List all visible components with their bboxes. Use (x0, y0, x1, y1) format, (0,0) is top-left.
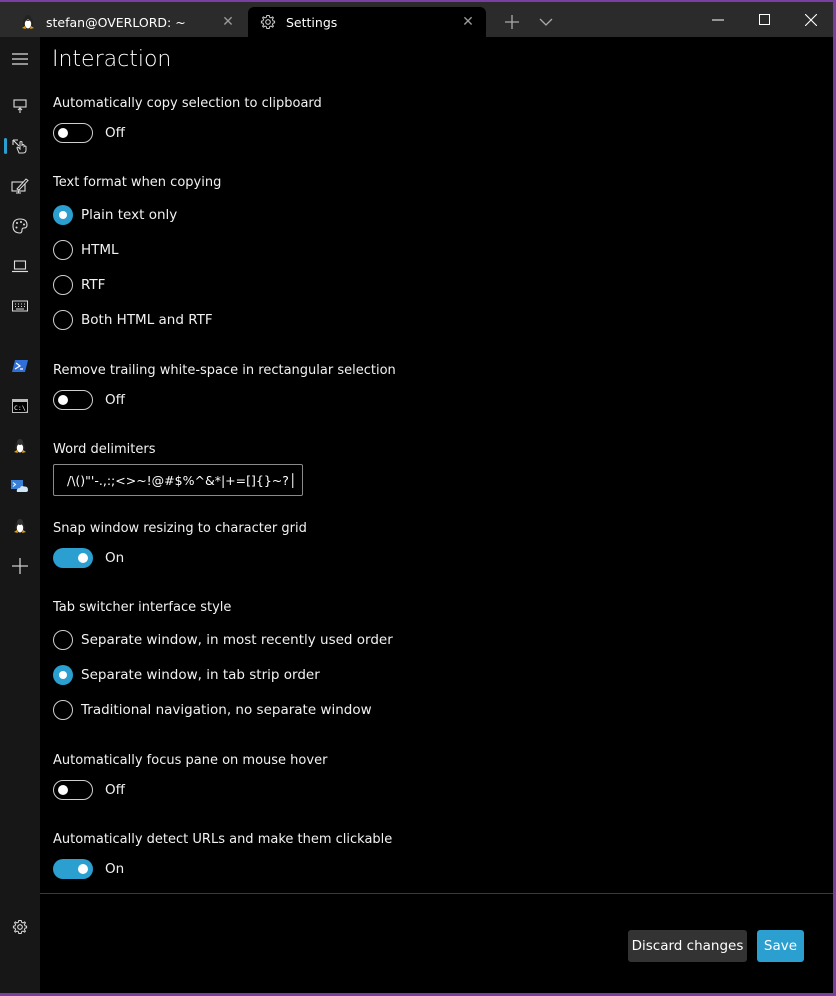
discard-changes-button[interactable]: Discard changes (628, 930, 747, 962)
tab-switcher-option-label[interactable]: Traditional navigation, no separate wind… (81, 702, 372, 718)
tab-switcher-option-label[interactable]: Separate window, in most recently used o… (81, 632, 393, 648)
linux-tux-icon (14, 439, 26, 453)
toggle-knob (78, 864, 88, 874)
plus-icon (12, 558, 28, 574)
svg-text:C:\_: C:\_ (14, 404, 28, 412)
maximize-icon (759, 13, 770, 25)
tab-switcher-option-label[interactable]: Separate window, in tab strip order (81, 667, 320, 683)
copy-format-radio-html[interactable] (53, 240, 73, 260)
palette-icon (12, 218, 28, 234)
sidebar-item-linux-profile-1[interactable] (0, 428, 40, 464)
close-tab-icon[interactable]: ✕ (458, 12, 478, 32)
word-delimiters-input[interactable] (53, 464, 303, 496)
sidebar-item-add-profile[interactable] (0, 548, 40, 584)
linux-tux-icon (20, 14, 36, 30)
appearance-icon (11, 178, 29, 194)
detect-urls-label: Automatically detect URLs and make them … (53, 832, 393, 847)
radio-dot (59, 211, 67, 219)
sidebar-item-powershell-profile[interactable] (0, 348, 40, 384)
sidebar-item-appearance[interactable] (0, 168, 40, 204)
toggle-knob (58, 128, 68, 138)
sidebar-item-actions[interactable] (0, 288, 40, 324)
gear-icon (12, 920, 28, 934)
tab-linux-shell[interactable]: stefan@OVERLORD: ~ ✕ (8, 7, 246, 37)
snap-on-resize-label: Snap window resizing to character grid (53, 521, 307, 536)
title-bar: stefan@OVERLORD: ~ ✕ Settings ✕ (0, 2, 833, 37)
tab-switcher-radio-traditional[interactable] (53, 700, 73, 720)
tab-label: stefan@OVERLORD: ~ (46, 14, 186, 30)
copy-on-select-state: Off (105, 125, 125, 141)
interaction-hand-icon (12, 139, 27, 154)
copy-format-option-label[interactable]: RTF (81, 277, 105, 293)
toggle-knob (78, 553, 88, 563)
copy-on-select-toggle[interactable] (53, 123, 93, 143)
trim-block-selection-label: Remove trailing white-space in rectangul… (53, 363, 396, 378)
save-button[interactable]: Save (757, 930, 804, 962)
maximize-button[interactable] (742, 2, 788, 37)
trim-block-selection-state: Off (105, 392, 125, 408)
copy-format-label: Text format when copying (53, 175, 222, 190)
sidebar-item-rendering[interactable] (0, 248, 40, 284)
copy-format-option-label[interactable]: Both HTML and RTF (81, 312, 213, 328)
word-delimiters-label: Word delimiters (53, 442, 156, 457)
cmd-icon: C:\_ (12, 399, 28, 413)
copy-format-radio-both[interactable] (53, 310, 73, 330)
detect-urls-toggle[interactable] (53, 859, 93, 879)
sidebar-item-interaction[interactable] (0, 128, 40, 164)
copy-format-radio-plain[interactable] (53, 205, 73, 225)
linux-tux-icon (14, 519, 26, 533)
laptop-icon (12, 260, 28, 273)
close-tab-icon[interactable]: ✕ (218, 12, 238, 32)
trim-block-selection-toggle[interactable] (53, 390, 93, 410)
minimize-button[interactable] (695, 2, 741, 37)
tab-label: Settings (286, 14, 338, 30)
startup-icon (13, 99, 27, 113)
page-title: Interaction (52, 47, 172, 72)
settings-footer: Discard changes Save (40, 893, 833, 993)
radio-dot (59, 671, 67, 679)
gear-icon (260, 14, 276, 30)
snap-on-resize-state: On (105, 550, 125, 566)
azure-cloud-shell-icon (11, 480, 28, 492)
copy-format-radio-rtf[interactable] (53, 275, 73, 295)
close-icon (805, 13, 817, 26)
sidebar-item-azure-shell-profile[interactable] (0, 468, 40, 504)
sidebar-item-color-schemes[interactable] (0, 208, 40, 244)
tab-switcher-label: Tab switcher interface style (53, 600, 232, 615)
tab-switcher-radio-tab-order[interactable] (53, 665, 73, 685)
toggle-knob (58, 785, 68, 795)
copy-on-select-label: Automatically copy selection to clipboar… (53, 96, 322, 111)
settings-content: Interaction Automatically copy selection… (40, 37, 833, 893)
snap-on-resize-toggle[interactable] (53, 548, 93, 568)
plus-icon (505, 15, 519, 29)
settings-sidebar: C:\_ (0, 37, 40, 993)
sidebar-item-cmd-profile[interactable]: C:\_ (0, 388, 40, 424)
focus-follow-mouse-state: Off (105, 782, 125, 798)
chevron-down-icon (539, 18, 553, 26)
sidebar-item-linux-profile-2[interactable] (0, 508, 40, 544)
close-window-button[interactable] (788, 2, 833, 37)
copy-format-option-label[interactable]: HTML (81, 242, 119, 258)
toggle-knob (58, 395, 68, 405)
focus-follow-mouse-toggle[interactable] (53, 780, 93, 800)
tab-settings[interactable]: Settings ✕ (248, 7, 486, 37)
new-tab-dropdown-button[interactable] (535, 10, 557, 34)
copy-format-option-label[interactable]: Plain text only (81, 207, 177, 223)
powershell-icon (12, 360, 28, 372)
keyboard-icon (12, 300, 28, 312)
detect-urls-state: On (105, 861, 125, 877)
sidebar-menu-toggle[interactable] (0, 41, 40, 77)
focus-follow-mouse-label: Automatically focus pane on mouse hover (53, 753, 328, 768)
terminal-window: stefan@OVERLORD: ~ ✕ Settings ✕ C:\ Inte… (0, 2, 833, 993)
sidebar-item-settings[interactable] (0, 909, 40, 945)
tab-switcher-radio-mru[interactable] (53, 630, 73, 650)
new-tab-button[interactable] (500, 10, 524, 34)
sidebar-item-startup[interactable] (0, 88, 40, 124)
hamburger-icon (12, 53, 28, 65)
minimize-icon (712, 19, 724, 20)
